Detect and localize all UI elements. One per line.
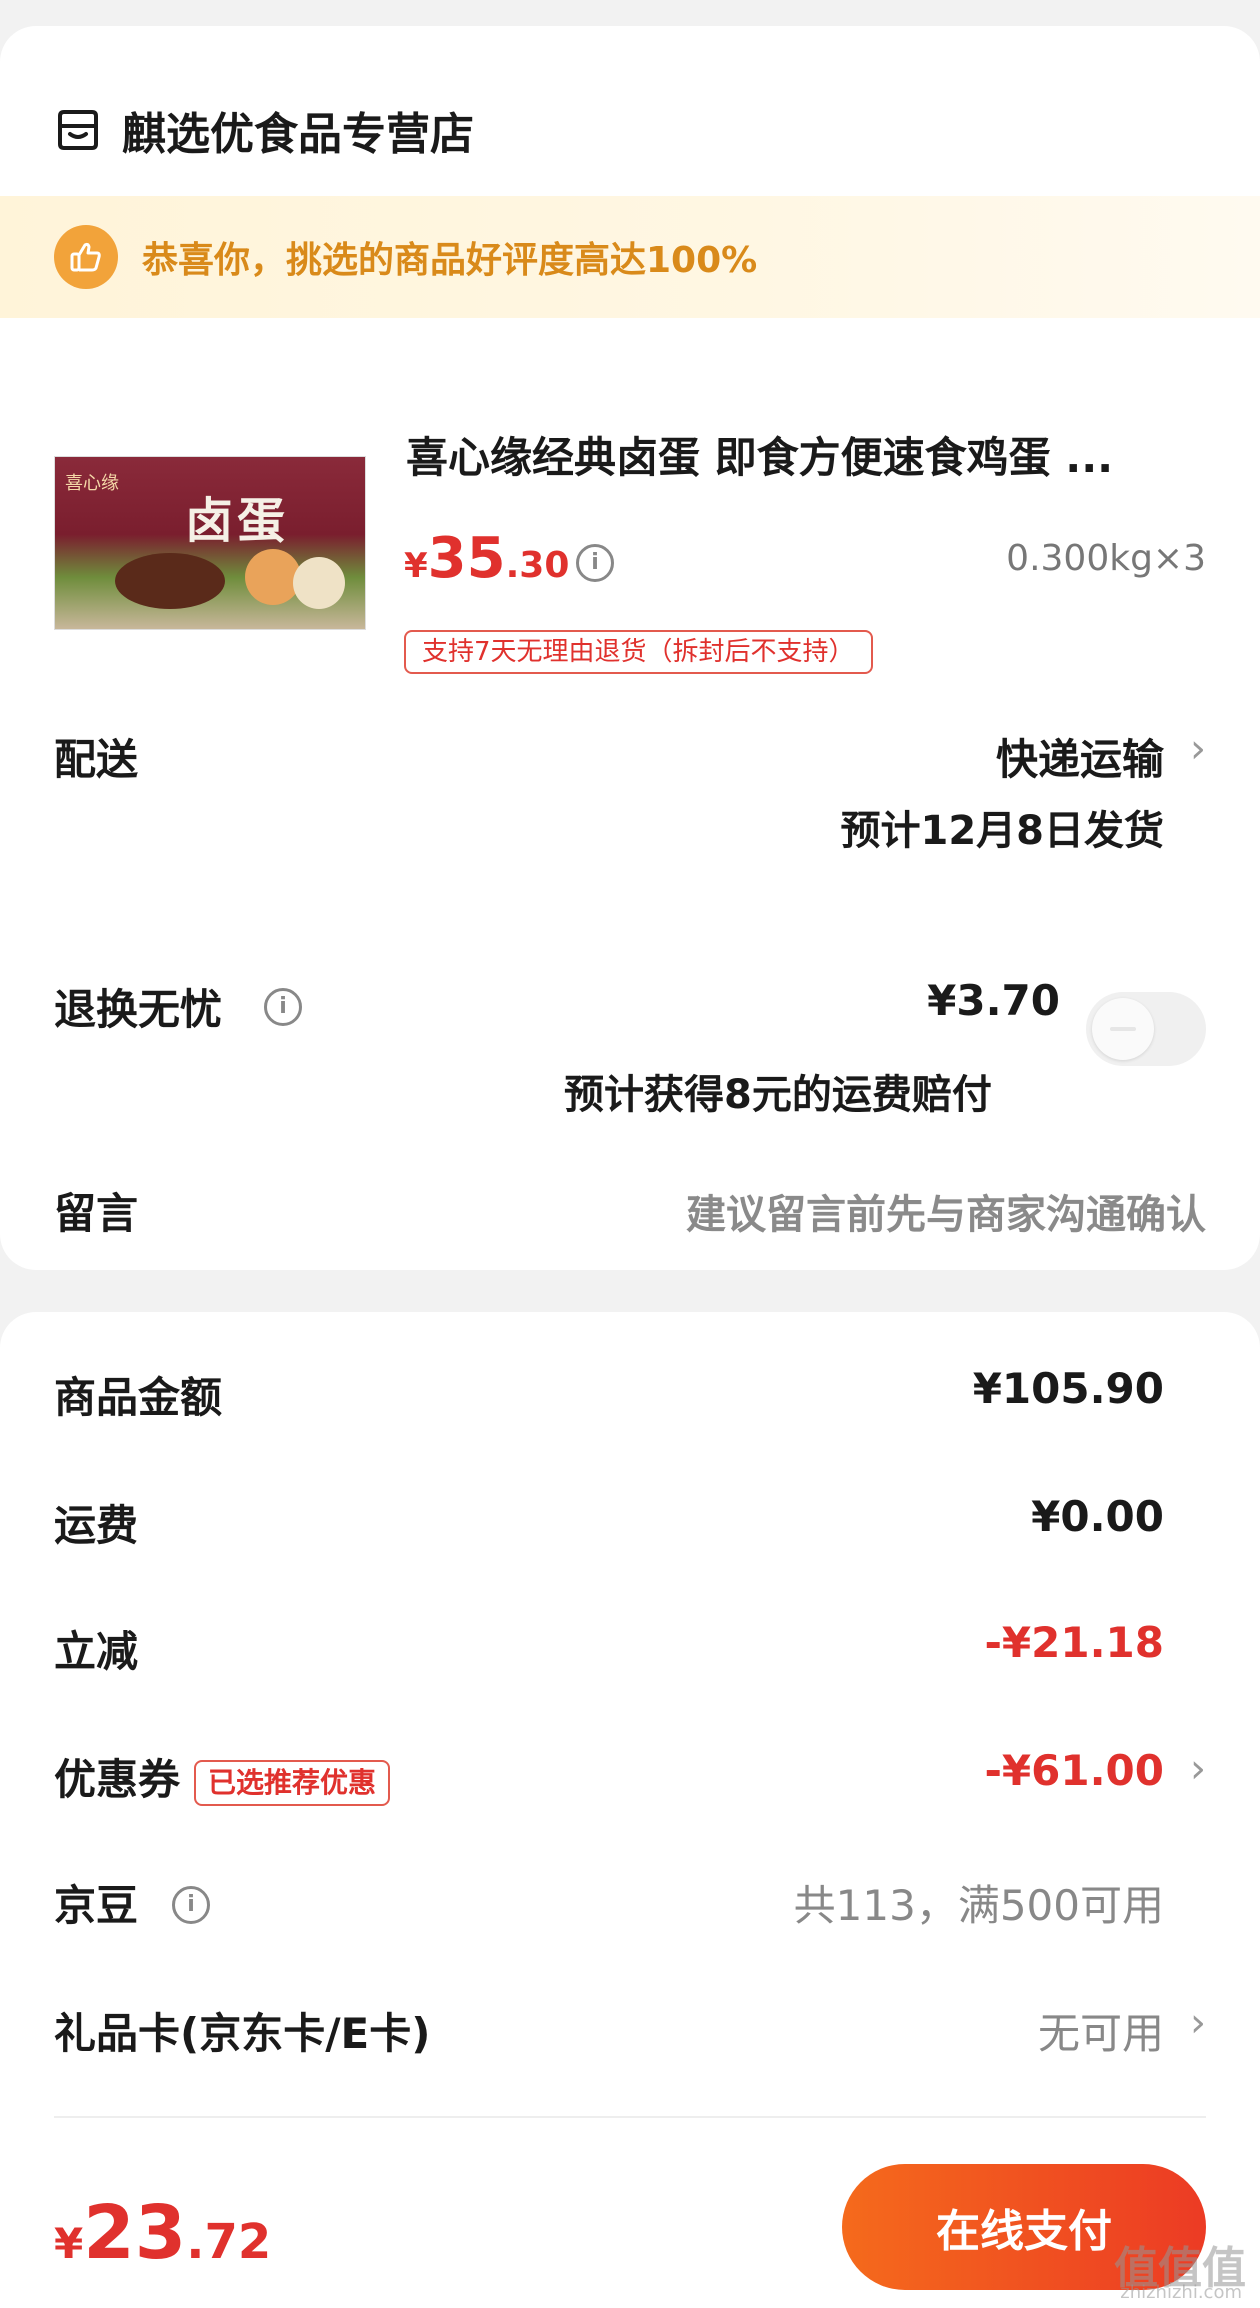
praise-text: 恭喜你，挑选的商品好评度高达100%: [142, 240, 758, 281]
total-decimal: .72: [186, 2214, 272, 2270]
toggle-knob: [1092, 998, 1154, 1060]
praise-banner: 恭喜你，挑选的商品好评度高达100%: [0, 196, 1260, 318]
coupon-row[interactable]: 优惠券 已选推荐优惠: [54, 1746, 391, 1807]
chevron-right-icon[interactable]: ›: [1190, 1746, 1206, 1792]
return-worry-label: 退换无忧: [54, 985, 223, 1034]
coupon-selected-tag: 已选推荐优惠: [194, 1759, 391, 1806]
product-title[interactable]: 喜心缘经典卤蛋 即食方便速食鸡蛋 ...: [406, 424, 1206, 485]
chevron-right-icon[interactable]: ›: [1190, 726, 1206, 772]
price-decimal: .30: [505, 545, 570, 586]
store-header[interactable]: 麒选优食品专营店: [54, 80, 474, 180]
price-integer: 35: [427, 526, 506, 591]
shipping-label: 运费: [54, 1501, 139, 1550]
return-worry-toggle[interactable]: [1086, 992, 1206, 1066]
product-image[interactable]: 喜心缘 卤蛋: [54, 456, 366, 630]
divider: [54, 2116, 1206, 2118]
egg-graphic: [293, 557, 345, 609]
price-currency: ¥: [404, 546, 428, 586]
return-policy-badge: 支持7天无理由退货（拆封后不支持）: [404, 630, 873, 674]
order-card: 麒选优食品专营店 恭喜你，挑选的商品好评度高达100% 喜心缘 卤蛋 喜心缘经典…: [0, 26, 1260, 1270]
return-worry-price: ¥3.70: [927, 976, 1060, 1025]
gift-card-label: 礼品卡(京东卡/E卡): [54, 2009, 431, 2058]
store-name[interactable]: 麒选优食品专营店: [122, 98, 474, 162]
coupon-label: 优惠券: [54, 1755, 181, 1804]
jd-beans-info-icon[interactable]: i: [172, 1886, 210, 1924]
product-image-brand: 喜心缘: [65, 473, 119, 494]
discount-value: -¥21.18: [984, 1618, 1164, 1667]
discount-label: 立减: [54, 1627, 139, 1676]
price-summary-card: 商品金额 ¥105.90 运费 ¥0.00 立减 -¥21.18 优惠券 已选推荐…: [0, 1312, 1260, 2172]
return-worry-info-icon[interactable]: i: [264, 988, 302, 1026]
chevron-right-icon[interactable]: ›: [1190, 2000, 1206, 2046]
watermark-url: zhizhizhi.com: [1120, 2282, 1242, 2303]
goods-amount-value: ¥105.90: [972, 1364, 1164, 1413]
egg-graphic: [115, 553, 225, 609]
message-label: 留言: [54, 1189, 139, 1238]
product-image-label: 卤蛋: [185, 493, 290, 549]
total-integer: 23: [83, 2190, 187, 2276]
thumbs-up-icon: [54, 225, 118, 289]
product-price: ¥ 35 .30: [404, 526, 569, 591]
delivery-label: 配送: [54, 735, 139, 784]
delivery-estimate: 预计12月8日发货: [840, 808, 1165, 854]
message-input[interactable]: 建议留言前先与商家沟通确认: [686, 1182, 1206, 1240]
return-worry-compensation: 预计获得8元的运费赔付: [564, 1072, 992, 1118]
coupon-value[interactable]: -¥61.00: [984, 1746, 1164, 1795]
jd-beans-label: 京豆: [54, 1881, 139, 1930]
gift-card-value[interactable]: 无可用: [1038, 2000, 1164, 2061]
total-price: ¥ 23 .72: [54, 2190, 271, 2276]
delivery-method[interactable]: 快递运输: [996, 726, 1164, 787]
shipping-value: ¥0.00: [1031, 1492, 1164, 1541]
jd-beans-value: 共113，满500可用: [793, 1881, 1164, 1930]
price-info-icon[interactable]: i: [576, 544, 614, 582]
goods-amount-label: 商品金额: [54, 1373, 223, 1422]
total-currency: ¥: [54, 2219, 84, 2268]
store-icon: [58, 110, 98, 150]
product-spec: 0.300kg×3: [1006, 538, 1206, 579]
